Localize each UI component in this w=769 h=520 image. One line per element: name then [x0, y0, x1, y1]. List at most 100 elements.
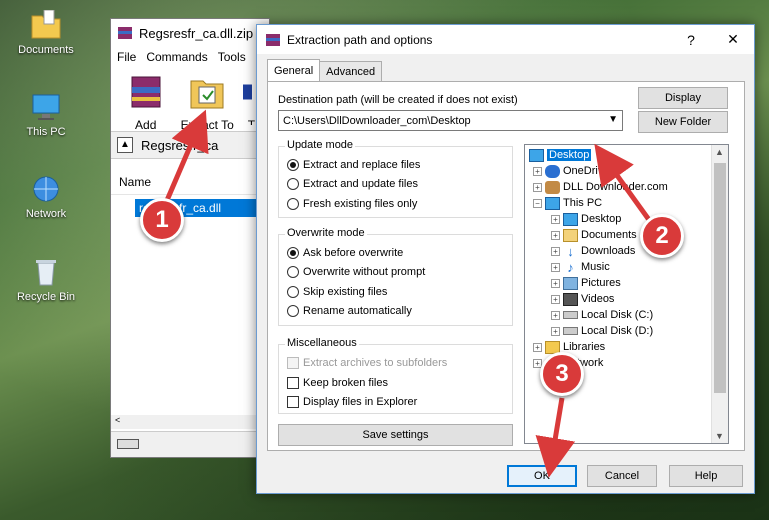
folder-icon [31, 10, 61, 39]
expand-icon[interactable]: + [551, 294, 560, 304]
winrar-title-bar: Regsresfr_ca.dll.zip [111, 19, 269, 47]
scroll-thumb[interactable] [714, 163, 726, 393]
radio-rename-automatically[interactable]: Rename automatically [287, 305, 412, 317]
display-button[interactable]: Display [638, 87, 728, 109]
new-folder-button[interactable]: New Folder [638, 111, 728, 133]
menu-commands[interactable]: Commands [146, 50, 207, 64]
scroll-down-icon[interactable]: ▼ [715, 431, 724, 441]
destination-path-value: C:\Users\DllDownloader_com\Desktop [283, 114, 471, 127]
folder-tree[interactable]: Desktop + OneDrive + DLL Downloader.com − T… [524, 144, 729, 444]
tree-node-videos[interactable]: + Videos [551, 291, 614, 307]
tree-node-local-disk-d[interactable]: + Local Disk (D:) [551, 323, 653, 339]
up-folder-icon[interactable]: ▲ [117, 137, 133, 153]
tree-node-downloads[interactable]: + ↓ Downloads [551, 243, 635, 259]
extract-to-button[interactable]: Extract To [180, 73, 234, 132]
expand-icon[interactable]: + [551, 310, 560, 320]
computer-icon [545, 196, 560, 210]
radio-button[interactable] [287, 305, 299, 317]
option-label: Rename automatically [303, 305, 412, 317]
radio-fresh-existing[interactable]: Fresh existing files only [287, 198, 417, 210]
radio-ask-before-overwrite[interactable]: Ask before overwrite [287, 247, 403, 259]
winrar-title: Regsresfr_ca.dll.zip [139, 25, 254, 41]
drive-icon [117, 439, 139, 449]
radio-overwrite-without-prompt[interactable]: Overwrite without prompt [287, 266, 425, 278]
radio-extract-update[interactable]: Extract and update files [287, 178, 418, 190]
option-label: Skip existing files [303, 286, 388, 298]
tab-advanced[interactable]: Advanced [319, 61, 383, 81]
tree-label: DLL Downloader.com [563, 181, 668, 193]
tree-node-local-disk-c[interactable]: + Local Disk (C:) [551, 307, 653, 323]
desktop-icon-documents[interactable]: Documents [6, 10, 86, 56]
add-button[interactable]: Add [119, 73, 172, 132]
radio-button[interactable] [287, 198, 299, 210]
menu-tools[interactable]: Tools [218, 50, 246, 64]
expand-icon[interactable]: + [551, 214, 560, 224]
update-mode-group: Update mode Extract and replace files Ex… [278, 139, 513, 218]
destination-path-combo[interactable]: C:\Users\DllDownloader_com\Desktop ▼ [278, 110, 623, 131]
tree-node-music[interactable]: + ♪ Music [551, 259, 610, 275]
desktop-icon [529, 148, 544, 162]
column-name[interactable]: Name [111, 169, 269, 195]
option-label: Extract and replace files [303, 159, 421, 171]
save-settings-button[interactable]: Save settings [278, 424, 513, 446]
computer-icon [32, 94, 60, 120]
expand-icon[interactable]: + [551, 326, 560, 336]
ok-button[interactable]: OK [507, 465, 577, 487]
help-button[interactable]: Help [669, 465, 743, 487]
drive-icon [563, 311, 578, 319]
check-extract-subfolders: Extract archives to subfolders [287, 357, 447, 369]
expand-icon[interactable]: + [533, 166, 542, 176]
winrar-icon [266, 33, 280, 46]
tree-node-dll-downloader[interactable]: + DLL Downloader.com [533, 179, 668, 195]
tab-general[interactable]: General [267, 59, 321, 81]
tree-vertical-scrollbar[interactable]: ▲ ▼ [711, 145, 728, 443]
tree-node-onedrive[interactable]: + OneDrive [533, 163, 609, 179]
recycle-bin-icon [36, 260, 56, 286]
chevron-down-icon[interactable]: ▼ [608, 114, 618, 125]
tree-label: Libraries [563, 341, 606, 353]
expand-icon[interactable]: + [533, 182, 542, 192]
option-label: Extract and update files [303, 178, 418, 190]
check-keep-broken[interactable]: Keep broken files [287, 377, 388, 389]
tree-node-desktop[interactable]: Desktop [529, 147, 592, 163]
desktop-icon-network[interactable]: Network [6, 174, 86, 220]
radio-button[interactable] [287, 178, 299, 190]
tree-node-pictures[interactable]: + Pictures [551, 275, 621, 291]
tree-label: Music [581, 261, 610, 273]
expand-icon[interactable]: + [533, 342, 542, 352]
test-label: T [247, 118, 256, 125]
option-label: Display files in Explorer [303, 396, 418, 408]
tree-node-documents[interactable]: + Documents [551, 227, 637, 243]
add-label: Add [135, 118, 157, 132]
horizontal-scrollbar[interactable]: < [111, 415, 269, 429]
expand-icon[interactable]: + [551, 278, 560, 288]
checkbox[interactable] [287, 377, 299, 389]
tree-node-this-pc[interactable]: − This PC [533, 195, 602, 211]
expand-icon[interactable]: + [551, 246, 560, 256]
help-title-button[interactable]: ? [670, 25, 712, 54]
radio-button[interactable] [287, 159, 299, 171]
expand-icon[interactable]: + [551, 262, 560, 272]
desktop-icon-this-pc[interactable]: This PC [6, 92, 86, 138]
miscellaneous-group: Miscellaneous Extract archives to subfol… [278, 337, 513, 414]
radio-extract-replace[interactable]: Extract and replace files [287, 159, 420, 171]
radio-skip-existing[interactable]: Skip existing files [287, 286, 387, 298]
close-button[interactable]: ✕ [712, 25, 754, 54]
expand-icon[interactable]: + [551, 230, 560, 240]
checkbox[interactable] [287, 396, 299, 408]
scroll-up-icon[interactable]: ▲ [715, 147, 724, 157]
option-label: Fresh existing files only [303, 198, 418, 210]
collapse-icon[interactable]: − [533, 198, 542, 208]
user-folder-icon [545, 180, 560, 194]
cancel-button[interactable]: Cancel [587, 465, 657, 487]
tree-label: Documents [581, 229, 637, 241]
callout-1: 1 [140, 198, 184, 242]
radio-button[interactable] [287, 286, 299, 298]
check-display-explorer[interactable]: Display files in Explorer [287, 396, 417, 408]
menu-file[interactable]: File [117, 50, 136, 64]
overwrite-mode-title: Overwrite mode [285, 227, 367, 239]
radio-button[interactable] [287, 247, 299, 259]
tree-node-pc-desktop[interactable]: + Desktop [551, 211, 621, 227]
radio-button[interactable] [287, 266, 299, 278]
desktop-icon-recycle-bin[interactable]: Recycle Bin [6, 257, 86, 303]
